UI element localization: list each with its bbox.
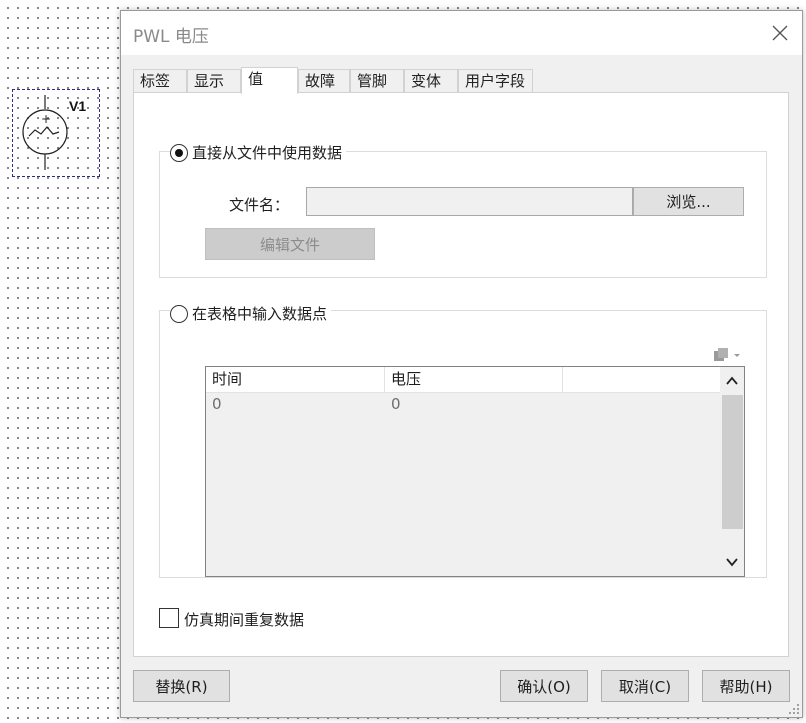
table-options-icon[interactable] <box>712 344 744 364</box>
tab-fault[interactable]: 故障 <box>298 69 350 92</box>
edit-file-button[interactable]: 编辑文件 <box>205 228 375 260</box>
use-table-radio-label[interactable]: 在表格中输入数据点 <box>192 303 327 324</box>
table-data-legend: 在表格中输入数据点 <box>170 303 332 324</box>
table-header: 时间 电压 <box>206 367 744 393</box>
tab-variant[interactable]: 变体 <box>404 69 458 92</box>
file-data-group: 直接从文件中使用数据 文件名： 浏览... 编辑文件 <box>159 142 767 278</box>
replace-button[interactable]: 替换(R) <box>133 670 230 702</box>
value-tab-panel: 直接从文件中使用数据 文件名： 浏览... 编辑文件 在表格中输入数据点 时间 … <box>133 92 789 657</box>
scroll-thumb[interactable] <box>722 395 743 529</box>
pwl-voltage-dialog: PWL 电压 标签 显示 值 故障 管脚 变体 用户字段 直接从文件中使用数据 … <box>120 10 803 718</box>
scroll-up-icon[interactable] <box>725 374 739 388</box>
table-cell-voltage[interactable]: 0 <box>385 395 401 413</box>
table-cell-time[interactable]: 0 <box>206 395 222 413</box>
component-label: V1 <box>69 98 87 114</box>
use-table-radio[interactable] <box>170 304 188 323</box>
scroll-down-icon[interactable] <box>725 555 739 569</box>
tab-strip: 标签 显示 值 故障 管脚 变体 用户字段 <box>133 67 793 94</box>
resize-grip-icon[interactable] <box>788 703 800 715</box>
tab-label[interactable]: 标签 <box>133 69 187 92</box>
voltage-source-icon: + <box>22 95 68 170</box>
ok-button[interactable]: 确认(O) <box>500 670 588 702</box>
cancel-button[interactable]: 取消(C) <box>601 670 689 702</box>
filename-field[interactable] <box>306 187 633 216</box>
title-bar: PWL 电压 <box>121 11 802 55</box>
pwl-voltage-source-symbol[interactable]: + V1 <box>12 89 100 177</box>
repeat-data-label[interactable]: 仿真期间重复数据 <box>184 609 304 630</box>
filename-label: 文件名： <box>229 196 290 214</box>
svg-text:+: + <box>41 112 51 126</box>
column-header-voltage[interactable]: 电压 <box>385 367 563 392</box>
close-icon[interactable] <box>768 21 792 45</box>
column-header-time[interactable]: 时间 <box>206 367 385 392</box>
tab-pins[interactable]: 管脚 <box>350 69 404 92</box>
browse-button[interactable]: 浏览... <box>633 187 744 216</box>
data-points-table[interactable]: 时间 电压 0 0 <box>205 366 745 577</box>
tab-value[interactable]: 值 <box>241 67 298 94</box>
table-scrollbar[interactable] <box>720 367 744 576</box>
tab-user-fields[interactable]: 用户字段 <box>458 69 533 92</box>
dialog-title: PWL 电压 <box>133 27 209 47</box>
use-file-radio-label[interactable]: 直接从文件中使用数据 <box>192 142 342 163</box>
file-data-legend: 直接从文件中使用数据 <box>170 142 347 163</box>
table-data-group: 在表格中输入数据点 时间 电压 0 0 <box>159 303 767 578</box>
repeat-data-checkbox[interactable] <box>159 608 179 628</box>
tab-display[interactable]: 显示 <box>187 69 241 92</box>
use-file-radio[interactable] <box>170 143 188 162</box>
help-button[interactable]: 帮助(H) <box>702 670 790 702</box>
